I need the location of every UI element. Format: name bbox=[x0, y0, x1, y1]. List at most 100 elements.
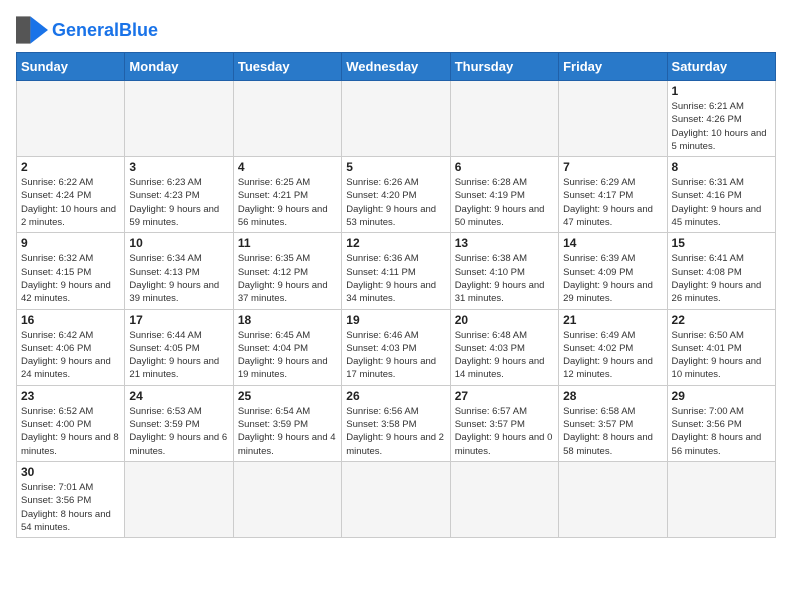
day-cell bbox=[342, 81, 450, 157]
day-info: Sunrise: 6:23 AM Sunset: 4:23 PM Dayligh… bbox=[129, 176, 228, 229]
day-info: Sunrise: 6:54 AM Sunset: 3:59 PM Dayligh… bbox=[238, 405, 337, 458]
day-number: 29 bbox=[672, 389, 771, 403]
day-cell bbox=[17, 81, 125, 157]
day-cell bbox=[450, 461, 558, 537]
page-header: GeneralBlue bbox=[16, 16, 776, 44]
day-cell: 6 Sunrise: 6:28 AM Sunset: 4:19 PM Daylig… bbox=[450, 157, 558, 233]
day-number: 13 bbox=[455, 236, 554, 250]
day-cell: 12 Sunrise: 6:36 AM Sunset: 4:11 PM Dayli… bbox=[342, 233, 450, 309]
day-number: 9 bbox=[21, 236, 120, 250]
day-number: 7 bbox=[563, 160, 662, 174]
day-number: 28 bbox=[563, 389, 662, 403]
day-number: 24 bbox=[129, 389, 228, 403]
day-info: Sunrise: 6:45 AM Sunset: 4:04 PM Dayligh… bbox=[238, 329, 337, 382]
day-cell bbox=[342, 461, 450, 537]
day-cell: 15Sunrise: 6:41 AM Sunset: 4:08 PM Dayli… bbox=[667, 233, 775, 309]
week-row-5: 23 Sunrise: 6:52 AM Sunset: 4:00 PM Dayli… bbox=[17, 385, 776, 461]
weekday-header-wednesday: Wednesday bbox=[342, 53, 450, 81]
day-number: 16 bbox=[21, 313, 120, 327]
day-info: Sunrise: 6:35 AM Sunset: 4:12 PM Dayligh… bbox=[238, 252, 337, 305]
day-info: Sunrise: 6:52 AM Sunset: 4:00 PM Dayligh… bbox=[21, 405, 120, 458]
day-cell: 21 Sunrise: 6:49 AM Sunset: 4:02 PM Dayli… bbox=[559, 309, 667, 385]
day-info: Sunrise: 6:42 AM Sunset: 4:06 PM Dayligh… bbox=[21, 329, 120, 382]
day-info: Sunrise: 7:01 AM Sunset: 3:56 PM Dayligh… bbox=[21, 481, 120, 534]
day-cell: 30 Sunrise: 7:01 AM Sunset: 3:56 PM Dayli… bbox=[17, 461, 125, 537]
day-info: Sunrise: 6:39 AM Sunset: 4:09 PM Dayligh… bbox=[563, 252, 662, 305]
day-info: Sunrise: 6:44 AM Sunset: 4:05 PM Dayligh… bbox=[129, 329, 228, 382]
day-number: 20 bbox=[455, 313, 554, 327]
day-info: Sunrise: 6:48 AM Sunset: 4:03 PM Dayligh… bbox=[455, 329, 554, 382]
day-info: Sunrise: 6:53 AM Sunset: 3:59 PM Dayligh… bbox=[129, 405, 228, 458]
day-info: Sunrise: 6:22 AM Sunset: 4:24 PM Dayligh… bbox=[21, 176, 120, 229]
day-number: 5 bbox=[346, 160, 445, 174]
day-info: Sunrise: 6:21 AM Sunset: 4:26 PM Dayligh… bbox=[672, 100, 771, 153]
day-cell bbox=[233, 81, 341, 157]
weekday-header-monday: Monday bbox=[125, 53, 233, 81]
day-cell: 7Sunrise: 6:29 AM Sunset: 4:17 PM Daylig… bbox=[559, 157, 667, 233]
day-number: 10 bbox=[129, 236, 228, 250]
day-cell: 16 Sunrise: 6:42 AM Sunset: 4:06 PM Dayli… bbox=[17, 309, 125, 385]
day-info: Sunrise: 6:57 AM Sunset: 3:57 PM Dayligh… bbox=[455, 405, 554, 458]
day-number: 23 bbox=[21, 389, 120, 403]
weekday-header-saturday: Saturday bbox=[667, 53, 775, 81]
day-info: Sunrise: 6:50 AM Sunset: 4:01 PM Dayligh… bbox=[672, 329, 771, 382]
day-cell: 17Sunrise: 6:44 AM Sunset: 4:05 PM Dayli… bbox=[125, 309, 233, 385]
day-cell: 26Sunrise: 6:56 AM Sunset: 3:58 PM Dayli… bbox=[342, 385, 450, 461]
day-number: 6 bbox=[455, 160, 554, 174]
logo-icon bbox=[16, 16, 48, 44]
day-cell: 5 Sunrise: 6:26 AM Sunset: 4:20 PM Daylig… bbox=[342, 157, 450, 233]
day-cell: 9Sunrise: 6:32 AM Sunset: 4:15 PM Daylig… bbox=[17, 233, 125, 309]
day-number: 15 bbox=[672, 236, 771, 250]
logo: GeneralBlue bbox=[16, 16, 158, 44]
day-number: 11 bbox=[238, 236, 337, 250]
day-cell bbox=[450, 81, 558, 157]
day-cell: 10Sunrise: 6:34 AM Sunset: 4:13 PM Dayli… bbox=[125, 233, 233, 309]
day-info: Sunrise: 6:25 AM Sunset: 4:21 PM Dayligh… bbox=[238, 176, 337, 229]
day-cell bbox=[233, 461, 341, 537]
day-cell: 14 Sunrise: 6:39 AM Sunset: 4:09 PM Dayli… bbox=[559, 233, 667, 309]
day-number: 30 bbox=[21, 465, 120, 479]
week-row-1: 1Sunrise: 6:21 AM Sunset: 4:26 PM Daylig… bbox=[17, 81, 776, 157]
day-number: 19 bbox=[346, 313, 445, 327]
day-cell: 22Sunrise: 6:50 AM Sunset: 4:01 PM Dayli… bbox=[667, 309, 775, 385]
weekday-header-sunday: Sunday bbox=[17, 53, 125, 81]
day-number: 14 bbox=[563, 236, 662, 250]
day-cell: 28Sunrise: 6:58 AM Sunset: 3:57 PM Dayli… bbox=[559, 385, 667, 461]
day-cell bbox=[559, 81, 667, 157]
logo-text: GeneralBlue bbox=[52, 21, 158, 39]
day-cell: 27Sunrise: 6:57 AM Sunset: 3:57 PM Dayli… bbox=[450, 385, 558, 461]
day-number: 12 bbox=[346, 236, 445, 250]
day-info: Sunrise: 6:46 AM Sunset: 4:03 PM Dayligh… bbox=[346, 329, 445, 382]
day-cell bbox=[559, 461, 667, 537]
weekday-header-row: SundayMondayTuesdayWednesdayThursdayFrid… bbox=[17, 53, 776, 81]
logo-general: General bbox=[52, 20, 119, 40]
day-cell: 20 Sunrise: 6:48 AM Sunset: 4:03 PM Dayli… bbox=[450, 309, 558, 385]
day-cell: 29 Sunrise: 7:00 AM Sunset: 3:56 PM Dayli… bbox=[667, 385, 775, 461]
day-number: 4 bbox=[238, 160, 337, 174]
day-info: Sunrise: 6:56 AM Sunset: 3:58 PM Dayligh… bbox=[346, 405, 445, 458]
logo-blue: Blue bbox=[119, 20, 158, 40]
day-cell: 23 Sunrise: 6:52 AM Sunset: 4:00 PM Dayli… bbox=[17, 385, 125, 461]
day-cell: 8Sunrise: 6:31 AM Sunset: 4:16 PM Daylig… bbox=[667, 157, 775, 233]
day-info: Sunrise: 7:00 AM Sunset: 3:56 PM Dayligh… bbox=[672, 405, 771, 458]
weekday-header-thursday: Thursday bbox=[450, 53, 558, 81]
day-info: Sunrise: 6:26 AM Sunset: 4:20 PM Dayligh… bbox=[346, 176, 445, 229]
day-info: Sunrise: 6:28 AM Sunset: 4:19 PM Dayligh… bbox=[455, 176, 554, 229]
day-number: 21 bbox=[563, 313, 662, 327]
day-info: Sunrise: 6:38 AM Sunset: 4:10 PM Dayligh… bbox=[455, 252, 554, 305]
week-row-4: 16 Sunrise: 6:42 AM Sunset: 4:06 PM Dayli… bbox=[17, 309, 776, 385]
day-cell bbox=[125, 461, 233, 537]
week-row-6: 30 Sunrise: 7:01 AM Sunset: 3:56 PM Dayli… bbox=[17, 461, 776, 537]
day-cell: 18 Sunrise: 6:45 AM Sunset: 4:04 PM Dayli… bbox=[233, 309, 341, 385]
day-number: 18 bbox=[238, 313, 337, 327]
day-number: 3 bbox=[129, 160, 228, 174]
week-row-3: 9Sunrise: 6:32 AM Sunset: 4:15 PM Daylig… bbox=[17, 233, 776, 309]
day-info: Sunrise: 6:31 AM Sunset: 4:16 PM Dayligh… bbox=[672, 176, 771, 229]
day-number: 2 bbox=[21, 160, 120, 174]
day-info: Sunrise: 6:49 AM Sunset: 4:02 PM Dayligh… bbox=[563, 329, 662, 382]
day-cell: 13 Sunrise: 6:38 AM Sunset: 4:10 PM Dayli… bbox=[450, 233, 558, 309]
day-cell: 19 Sunrise: 6:46 AM Sunset: 4:03 PM Dayli… bbox=[342, 309, 450, 385]
week-row-2: 2 Sunrise: 6:22 AM Sunset: 4:24 PM Daylig… bbox=[17, 157, 776, 233]
day-info: Sunrise: 6:36 AM Sunset: 4:11 PM Dayligh… bbox=[346, 252, 445, 305]
day-cell bbox=[667, 461, 775, 537]
